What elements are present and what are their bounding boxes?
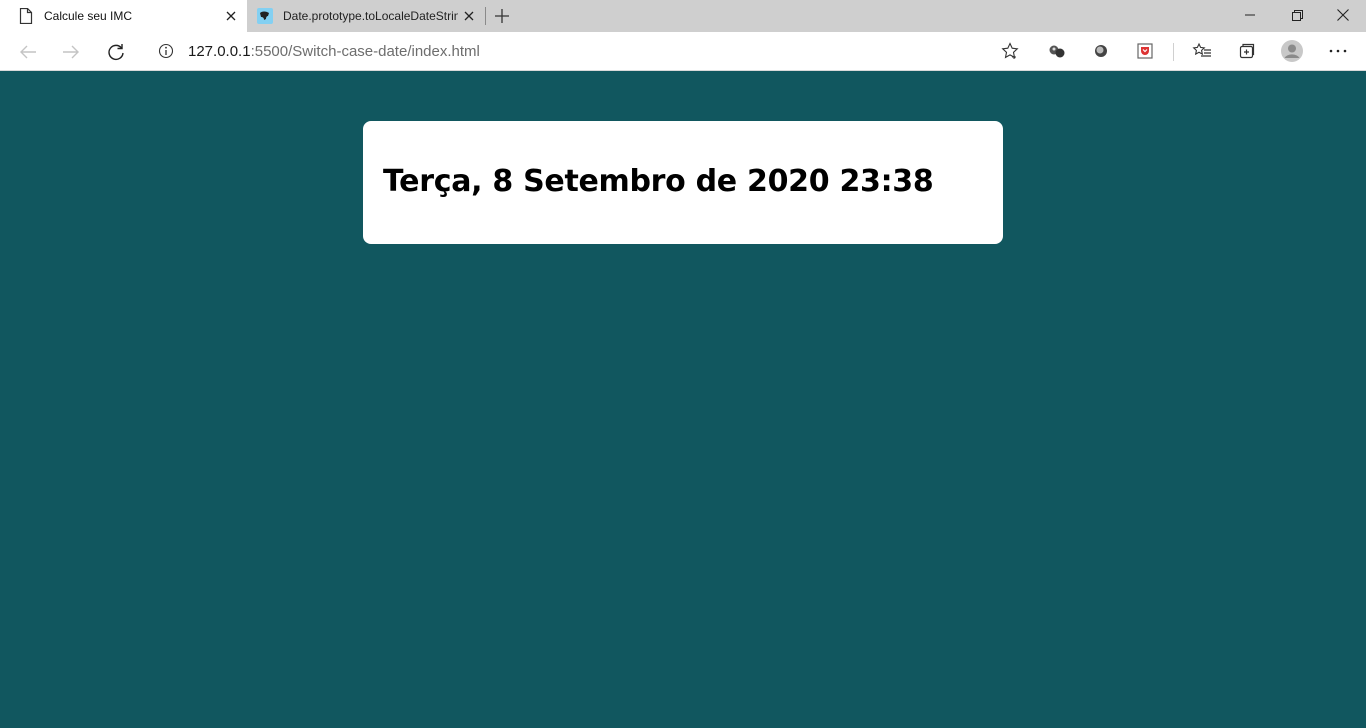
new-tab-icon[interactable] xyxy=(491,5,513,27)
favorite-star-icon[interactable] xyxy=(1001,42,1019,60)
refresh-icon[interactable] xyxy=(101,37,131,67)
collections-icon[interactable] xyxy=(1236,40,1258,62)
mdn-icon xyxy=(257,8,273,24)
close-tab-icon[interactable] xyxy=(461,8,477,24)
extension-icon[interactable] xyxy=(1046,40,1068,62)
url-text: 127.0.0.1:5500/Switch-case-date/index.ht… xyxy=(188,43,480,60)
tab-date-prototype[interactable]: Date.prototype.toLocaleDateString() xyxy=(248,0,485,32)
tab-title: Calcule seu IMC xyxy=(44,9,133,23)
minimize-icon[interactable] xyxy=(1227,0,1273,30)
info-icon[interactable] xyxy=(158,43,174,59)
tab-strip: Calcule seu IMC Date.prototype.toLocaleD… xyxy=(0,0,1366,32)
profile-avatar-icon[interactable] xyxy=(1281,40,1303,62)
more-options-icon[interactable] xyxy=(1327,40,1349,62)
close-window-icon[interactable] xyxy=(1320,0,1366,30)
url-path: :5500/Switch-case-date/index.html xyxy=(250,43,480,60)
back-icon[interactable] xyxy=(13,37,43,67)
tab-divider xyxy=(485,7,486,25)
page-icon xyxy=(19,7,33,25)
pocket-extension-icon[interactable] xyxy=(1134,40,1156,62)
tab-title: Date.prototype.toLocaleDateString() xyxy=(283,9,458,23)
restore-icon[interactable] xyxy=(1274,0,1320,30)
page-viewport: Terça, 8 Setembro de 2020 23:38 xyxy=(0,71,1366,728)
date-card: Terça, 8 Setembro de 2020 23:38 xyxy=(363,121,1003,244)
browser-toolbar: 127.0.0.1:5500/Switch-case-date/index.ht… xyxy=(0,32,1366,71)
toolbar-divider xyxy=(1173,43,1174,61)
address-bar[interactable]: 127.0.0.1:5500/Switch-case-date/index.ht… xyxy=(145,36,1029,66)
extension-sphere-icon[interactable] xyxy=(1090,40,1112,62)
url-host: 127.0.0.1 xyxy=(188,43,251,60)
close-tab-icon[interactable] xyxy=(223,8,239,24)
favorites-icon[interactable] xyxy=(1191,40,1213,62)
date-heading: Terça, 8 Setembro de 2020 23:38 xyxy=(383,164,934,199)
forward-icon[interactable] xyxy=(56,37,86,67)
tab-calcule-imc[interactable]: Calcule seu IMC xyxy=(0,0,247,32)
